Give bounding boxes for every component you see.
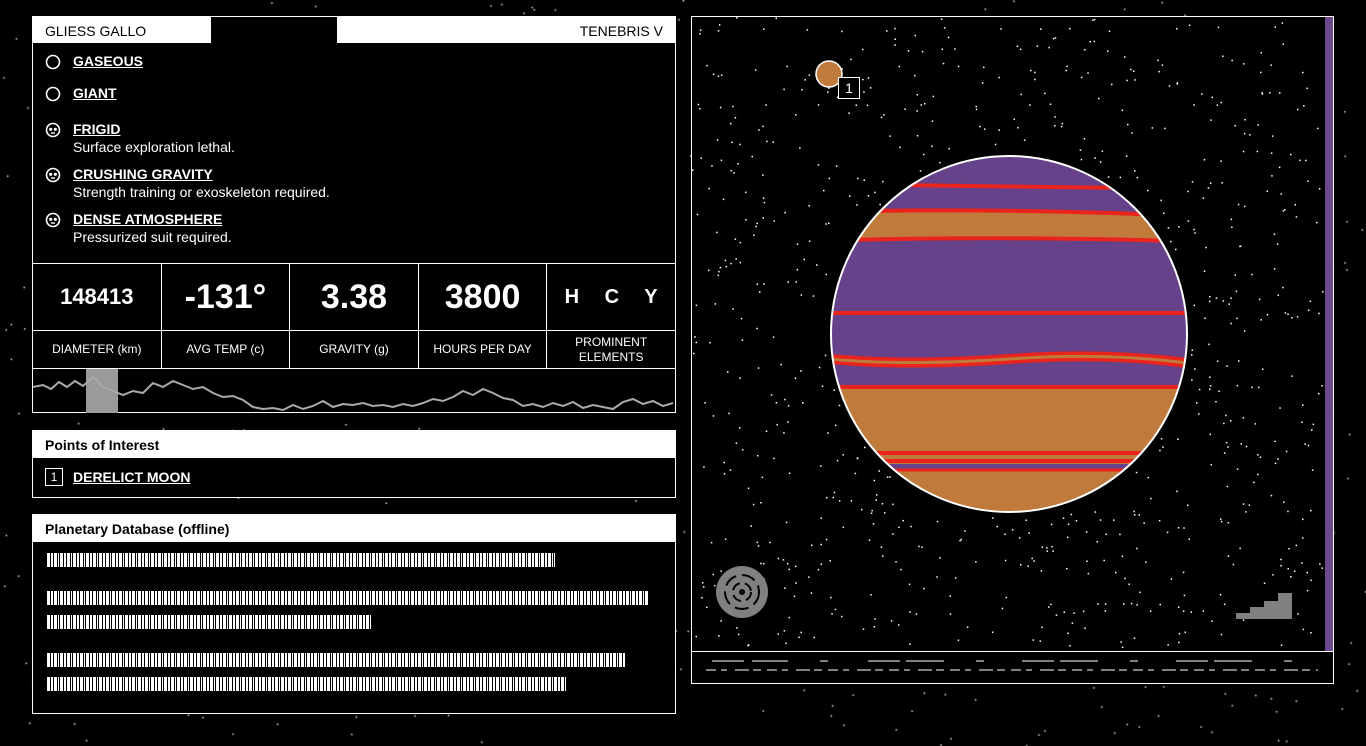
- poi-label[interactable]: DERELICT MOON: [73, 469, 190, 485]
- stat-value: 3800: [418, 264, 547, 331]
- signal-strength-icon: [1236, 593, 1292, 619]
- trait-name[interactable]: DENSE ATMOSPHERE: [73, 211, 232, 228]
- trait-list: GASEOUS GIANT FRIGID Surface exploration…: [45, 53, 663, 256]
- planet-info-panel: GLIESS GALLO TENEBRIS V GASEOUS GIANT FR…: [32, 16, 676, 413]
- system-name: GLIESS GALLO: [33, 17, 211, 43]
- stat-label: PROMINENT ELEMENTS: [575, 334, 648, 364]
- redacted-text-line: [47, 677, 567, 691]
- trait-description: Surface exploration lethal.: [73, 139, 235, 155]
- database-title: Planetary Database (offline): [33, 515, 675, 542]
- skull-icon: [45, 166, 73, 201]
- redacted-text-line: [47, 615, 371, 629]
- circle-icon: [45, 53, 73, 75]
- redacted-text-line: [47, 553, 555, 567]
- circle-icon: [45, 85, 73, 107]
- portal-icon[interactable]: [716, 566, 768, 618]
- stat-avg-temp: -131° AVG TEMP (c): [161, 264, 291, 368]
- trait-dense-atmosphere[interactable]: DENSE ATMOSPHERE Pressurized suit requir…: [45, 211, 663, 246]
- stat-label: DIAMETER (km): [52, 342, 142, 356]
- stat-prominent-elements: H C Y PROMINENT ELEMENTS: [547, 264, 675, 368]
- moon-marker[interactable]: 1: [838, 77, 860, 99]
- stat-value: 148413: [33, 264, 161, 331]
- stat-value: -131°: [161, 264, 290, 331]
- stat-value: 3.38: [290, 264, 418, 331]
- stat-gravity: 3.38 GRAVITY (g): [290, 264, 419, 368]
- stat-label: AVG TEMP (c): [186, 342, 265, 356]
- trait-giant[interactable]: GIANT: [45, 85, 663, 107]
- redacted-text-line: [47, 653, 625, 667]
- stat-hours-per-day: 3800 HOURS PER DAY: [418, 264, 548, 368]
- points-of-interest-panel: Points of Interest 1 DERELICT MOON: [32, 430, 676, 498]
- trait-description: Pressurized suit required.: [73, 229, 232, 245]
- viewer-footer-divider: [692, 651, 1333, 652]
- stat-value: H C Y: [547, 264, 675, 331]
- trait-name[interactable]: CRUSHING GRAVITY: [73, 166, 330, 183]
- footer-code-strip: [706, 660, 1318, 671]
- stat-label: HOURS PER DAY: [433, 342, 532, 356]
- trait-name[interactable]: GIANT: [73, 85, 117, 102]
- planet-viewer-canvas: [692, 17, 1324, 671]
- poi-title: Points of Interest: [33, 431, 675, 458]
- redacted-text-line: [47, 591, 649, 605]
- skull-icon: [45, 121, 73, 156]
- planet-name: TENEBRIS V: [337, 17, 675, 43]
- trait-description: Strength training or exoskeleton require…: [73, 184, 330, 200]
- gas-giant-planet[interactable]: [812, 155, 1212, 517]
- trait-name[interactable]: FRIGID: [73, 121, 235, 138]
- poi-number: 1: [45, 468, 63, 486]
- stats-grid: 148413 DIAMETER (km) -131° AVG TEMP (c) …: [33, 263, 675, 369]
- waveform-line: [33, 375, 674, 412]
- stat-label: GRAVITY (g): [319, 342, 389, 356]
- skull-icon: [45, 211, 73, 246]
- signal-waveform[interactable]: [33, 369, 675, 413]
- trait-gaseous[interactable]: GASEOUS: [45, 53, 663, 75]
- trait-name[interactable]: GASEOUS: [73, 53, 143, 70]
- stat-diameter: 148413 DIAMETER (km): [33, 264, 162, 368]
- trait-crushing-gravity[interactable]: CRUSHING GRAVITY Strength training or ex…: [45, 166, 663, 201]
- poi-item[interactable]: 1 DERELICT MOON: [33, 458, 675, 496]
- trait-frigid[interactable]: FRIGID Surface exploration lethal.: [45, 121, 663, 156]
- planetary-database-panel: Planetary Database (offline): [32, 514, 676, 714]
- planet-viewer[interactable]: 1: [691, 16, 1334, 684]
- vertical-scrollbar[interactable]: [1325, 17, 1333, 651]
